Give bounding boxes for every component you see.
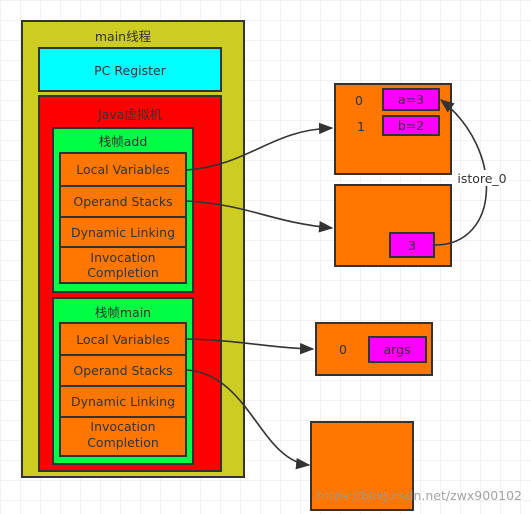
row-label: Invocation [90, 419, 155, 434]
row-label: Invocation [90, 250, 155, 265]
jvm-title: Java虚拟机 [97, 107, 162, 122]
slot-value-text: b=2 [398, 118, 424, 133]
frame-title: 栈帧main [95, 305, 151, 320]
slot-value-text: a=3 [398, 92, 424, 107]
row-label: Operand Stacks [73, 194, 172, 209]
slot-index: 1 [357, 119, 365, 134]
row-label: Local Variables [76, 332, 170, 347]
main-local-variable-table: 0 args [315, 322, 433, 376]
frame-main: 栈帧main Local Variables Operand Stacks Dy… [52, 297, 194, 465]
row-label: Operand Stacks [73, 363, 172, 378]
slot-value-text: args [383, 342, 410, 357]
pc-register: PC Register [38, 47, 222, 92]
add-local-variable-table: 0 1 a=3 b=2 [334, 83, 452, 175]
row-label: Completion [87, 265, 159, 280]
diagram: main线程 PC Register Java虚拟机 栈帧add Local V… [0, 0, 531, 514]
edge-label: istore_0 [457, 171, 506, 186]
frame-add: 栈帧add Local Variables Operand Stacks Dyn… [52, 127, 194, 293]
watermark: https://blog.csdn.net/zwx900102 [316, 488, 522, 503]
row-label: Completion [87, 435, 159, 450]
pc-register-label: PC Register [94, 63, 167, 78]
row-label: Dynamic Linking [71, 225, 175, 240]
row-label: Local Variables [76, 162, 170, 177]
add-operand-stack: 3 [334, 184, 452, 267]
slot-index: 0 [339, 342, 347, 357]
slot-index: 0 [355, 93, 363, 108]
thread-title: main线程 [95, 29, 152, 44]
stack-value-text: 3 [408, 238, 416, 253]
row-label: Dynamic Linking [71, 394, 175, 409]
frame-title: 栈帧add [99, 134, 148, 149]
